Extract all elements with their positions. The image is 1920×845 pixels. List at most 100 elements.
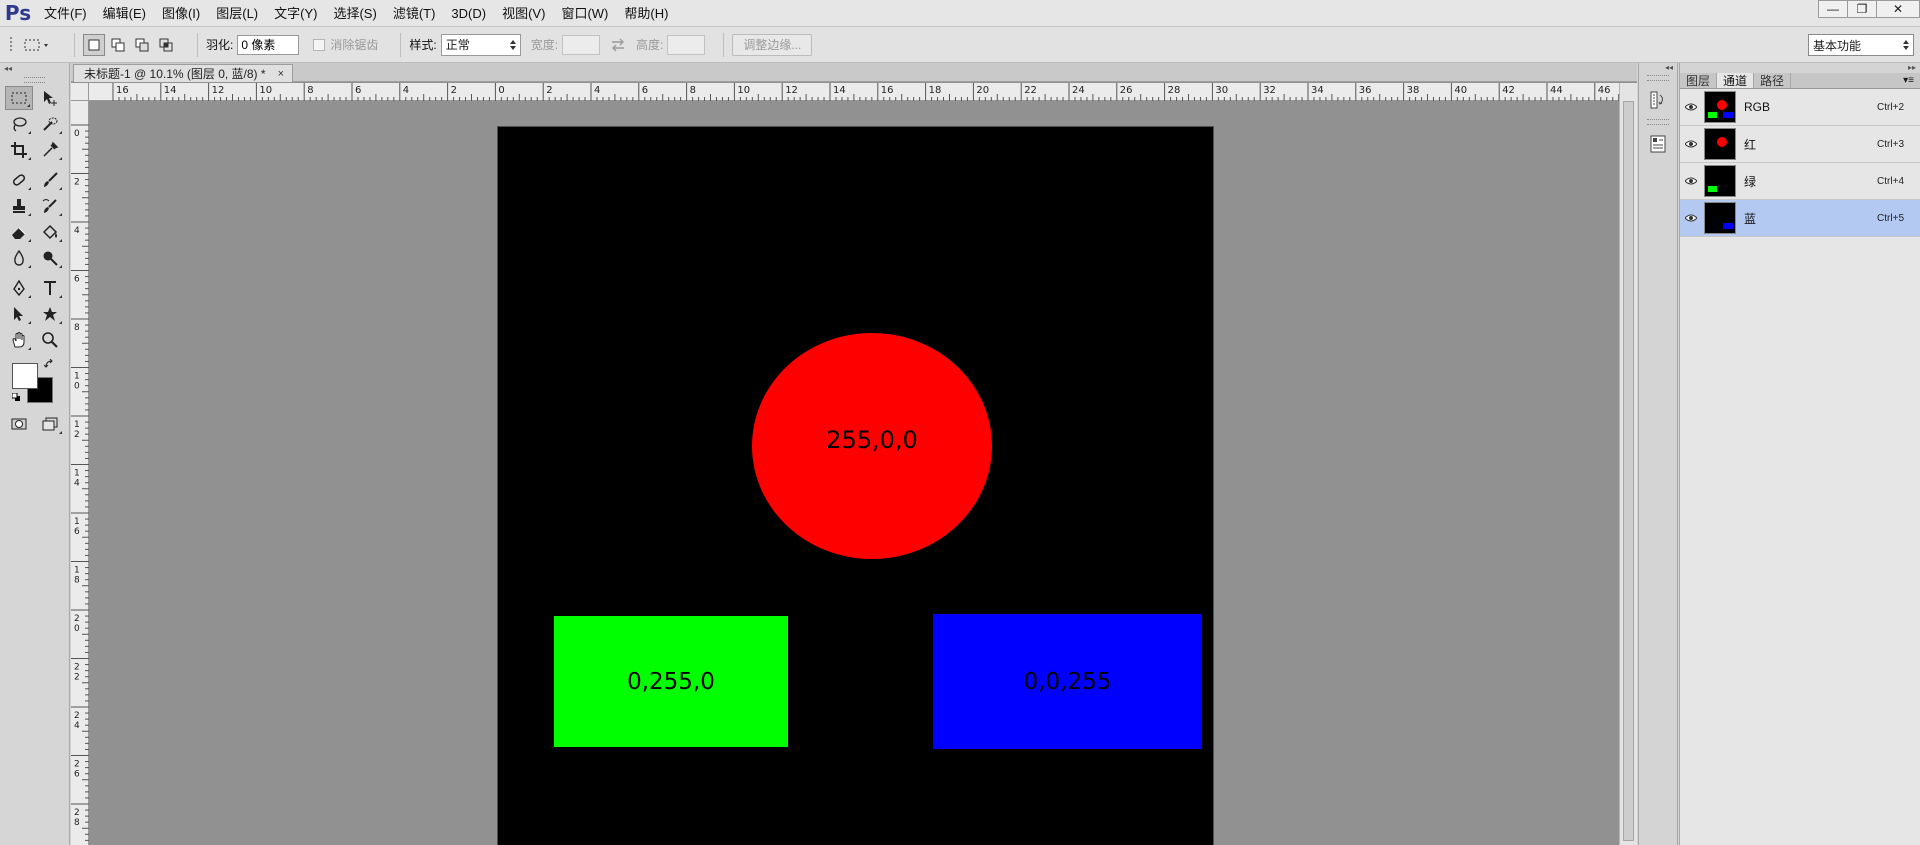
menu-view[interactable]: 视图(V) (494, 0, 553, 27)
lasso-icon (13, 117, 27, 132)
scrollbar-thumb[interactable] (1623, 101, 1634, 841)
ruler-label: 2 (74, 178, 80, 188)
menu-edit[interactable]: 编辑(E) (95, 0, 154, 27)
collapse-arrows-icon[interactable]: ◂◂ (0, 63, 69, 75)
intersect-selection-button[interactable] (155, 34, 177, 56)
style-select[interactable]: 正常 (440, 33, 521, 56)
hand-tool[interactable] (5, 328, 33, 352)
visibility-toggle[interactable] (1680, 103, 1702, 111)
height-input[interactable] (667, 34, 706, 55)
add-to-selection-button[interactable] (107, 34, 129, 56)
visibility-toggle[interactable] (1680, 140, 1702, 148)
red-ellipse-shape[interactable]: 255,0,0 (752, 333, 992, 559)
ruler-label: 2 (451, 85, 457, 96)
tab-paths[interactable]: 路径 (1754, 73, 1792, 88)
refine-edge-button[interactable]: 调整边缘... (732, 33, 813, 56)
channel-row-red[interactable]: 红 Ctrl+3 (1680, 126, 1920, 163)
path-selection-tool[interactable] (5, 302, 33, 326)
ruler-origin[interactable] (71, 83, 89, 101)
channel-row-rgb[interactable]: RGB Ctrl+2 (1680, 89, 1920, 126)
ruler-label: 1 (74, 469, 80, 479)
clone-stamp-tool[interactable] (5, 194, 33, 218)
crop-tool[interactable] (5, 138, 33, 162)
custom-shape-tool[interactable] (36, 302, 64, 326)
blur-tool[interactable] (5, 246, 33, 270)
document-tab[interactable]: 未标题-1 @ 10.1% (图层 0, 蓝/8) * × (73, 64, 293, 82)
window-controls: — ❐ ✕ (1818, 0, 1920, 18)
eraser-tool[interactable] (5, 220, 33, 244)
screen-mode-button[interactable] (36, 412, 64, 436)
history-icon (1650, 91, 1663, 109)
default-colors-icon[interactable] (12, 393, 21, 402)
lasso-tool[interactable] (5, 112, 33, 136)
minimize-button[interactable]: — (1818, 0, 1848, 18)
document-tab-strip: 未标题-1 @ 10.1% (图层 0, 蓝/8) * × (71, 63, 1637, 82)
tool-preset-picker[interactable] (20, 34, 54, 56)
restore-button[interactable]: ❐ (1847, 0, 1877, 18)
ruler-label: 16 (881, 85, 894, 96)
menu-window[interactable]: 窗口(W) (553, 0, 616, 27)
subtract-from-selection-button[interactable] (131, 34, 153, 56)
menu-filter[interactable]: 滤镜(T) (385, 0, 444, 27)
close-tab-icon[interactable]: × (278, 68, 284, 80)
updown-arrows-icon (509, 39, 516, 50)
menu-help[interactable]: 帮助(H) (616, 0, 676, 27)
tab-layers[interactable]: 图层 (1680, 73, 1718, 88)
workspace-select[interactable]: 基本功能 (1808, 34, 1914, 56)
visibility-toggle[interactable] (1680, 177, 1702, 185)
pen-icon (12, 279, 25, 297)
feather-input[interactable] (237, 34, 300, 55)
panel-menu-icon[interactable]: ▾≡ (1903, 73, 1914, 89)
move-tool[interactable] (36, 86, 64, 110)
visibility-toggle[interactable] (1680, 214, 1702, 222)
collapse-arrows-icon[interactable]: ◂◂ (1639, 63, 1677, 73)
ruler-label: 2 (546, 85, 552, 96)
foreground-color-swatch[interactable] (12, 363, 38, 389)
vertical-ruler-ticks: 0246810121416182022242628 (71, 124, 89, 841)
blue-rectangle-shape[interactable]: 0,0,255 (933, 614, 1202, 749)
menu-layer[interactable]: 图层(L) (208, 0, 266, 27)
expand-arrows-icon[interactable]: ▸▸ (1680, 63, 1920, 73)
swap-colors-icon[interactable] (44, 359, 54, 369)
menu-file[interactable]: 文件(F) (36, 0, 95, 27)
new-selection-button[interactable] (83, 33, 105, 56)
properties-panel-button[interactable] (1646, 131, 1670, 157)
rectangular-marquee-tool[interactable] (4, 86, 33, 110)
menu-image[interactable]: 图像(I) (154, 0, 208, 27)
history-brush-tool[interactable] (36, 194, 64, 218)
menu-select[interactable]: 选择(S) (325, 0, 384, 27)
channel-shortcut: Ctrl+4 (1877, 175, 1904, 187)
ruler-label: 44 (1550, 85, 1563, 96)
channel-row-green[interactable]: 绿 Ctrl+4 (1680, 163, 1920, 200)
vertical-scrollbar[interactable] (1619, 83, 1637, 845)
swap-dimensions-icon[interactable] (610, 38, 626, 52)
spot-healing-brush-tool[interactable] (5, 168, 33, 192)
intersect-selection-icon (159, 38, 173, 51)
width-input[interactable] (562, 34, 601, 55)
eyedropper-tool[interactable] (36, 138, 64, 162)
vertical-ruler[interactable]: 0246810121416182022242628 (71, 101, 89, 845)
history-panel-button[interactable] (1646, 87, 1670, 113)
menu-type[interactable]: 文字(Y) (266, 0, 325, 27)
horizontal-ruler[interactable]: 16 14 12 10 8 6 4 2 0 2 4 6 8 10 12 14 16 18 20 22 24 26 28 30 3… (89, 83, 1619, 101)
dodge-tool[interactable] (36, 246, 64, 270)
separator (74, 32, 75, 57)
document-canvas[interactable]: 255,0,0 0,255,0 0,0,255 (498, 127, 1213, 845)
green-rectangle-shape[interactable]: 0,255,0 (554, 616, 788, 747)
zoom-tool[interactable] (36, 328, 64, 352)
type-tool[interactable] (36, 276, 64, 300)
brush-tool[interactable] (36, 168, 64, 192)
paint-bucket-tool[interactable] (36, 220, 64, 244)
antialias-checkbox[interactable] (313, 38, 326, 51)
ruler-label: 14 (833, 85, 846, 96)
tab-channels[interactable]: 通道 (1717, 73, 1755, 88)
channel-row-blue[interactable]: 蓝 Ctrl+5 (1680, 200, 1920, 237)
quick-selection-tool[interactable] (36, 112, 64, 136)
ruler-label: 8 (74, 323, 80, 333)
close-button[interactable]: ✕ (1876, 0, 1920, 18)
antialias-label: 消除锯齿 (330, 38, 379, 52)
quick-mask-button[interactable] (5, 412, 33, 436)
pen-tool[interactable] (5, 276, 33, 300)
updown-arrows-icon (1903, 40, 1909, 50)
menu-3d[interactable]: 3D(D) (443, 0, 494, 27)
